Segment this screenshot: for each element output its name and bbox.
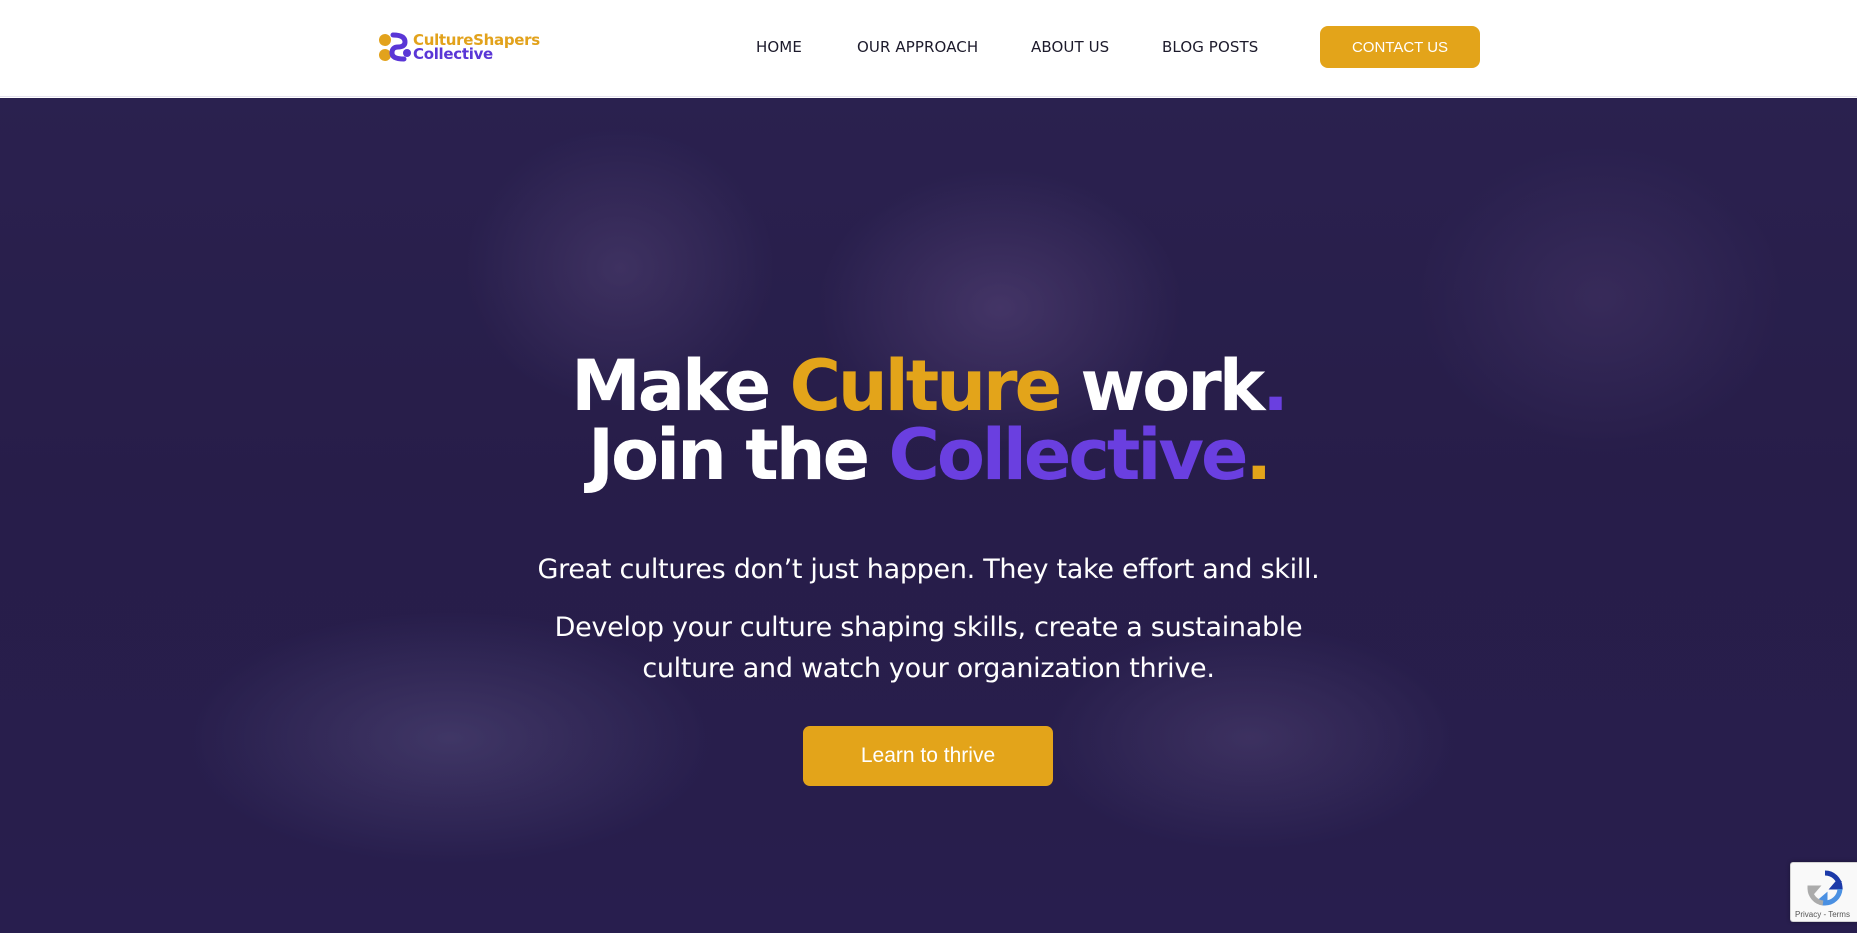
hero-description-line1: Develop your culture shaping skills, cre…: [554, 612, 1303, 643]
hero-subtitle: Great cultures don’t just happen. They t…: [537, 554, 1320, 585]
headline2-highlight: Collective: [888, 414, 1248, 496]
recaptcha-badge[interactable]: Privacy - Terms: [1790, 862, 1857, 922]
recaptcha-links[interactable]: Privacy - Terms: [1795, 910, 1850, 919]
site-logo[interactable]: CultureShapers Collective: [378, 31, 540, 63]
hero-background-image: [0, 98, 1857, 933]
headline2-text: Join the: [587, 414, 889, 496]
site-header: CultureShapers Collective HOME OUR APPRO…: [0, 0, 1857, 97]
headline2-dot: .: [1245, 414, 1272, 496]
logo-line2: Collective: [413, 45, 493, 63]
hero-headline-line2: Join the Collective.: [0, 420, 1857, 490]
logo-wordmark: CultureShapers Collective: [413, 33, 540, 63]
nav-item-blog-posts[interactable]: BLOG POSTS: [1162, 38, 1258, 56]
nav-item-about-us[interactable]: ABOUT US: [1031, 38, 1109, 56]
hero-section: Make Culture work. Join the Collective. …: [0, 98, 1857, 933]
nav-item-our-approach[interactable]: OUR APPROACH: [857, 38, 978, 56]
recaptcha-icon: [1807, 870, 1843, 906]
contact-us-button[interactable]: CONTACT US: [1320, 26, 1480, 68]
logo-mark-icon: [379, 32, 411, 62]
nav-item-home[interactable]: HOME: [756, 38, 802, 56]
hero-headline-line1: Make Culture work.: [0, 351, 1857, 421]
learn-to-thrive-button[interactable]: Learn to thrive: [803, 726, 1053, 786]
hero-description-line2: culture and watch your organization thri…: [642, 653, 1215, 684]
